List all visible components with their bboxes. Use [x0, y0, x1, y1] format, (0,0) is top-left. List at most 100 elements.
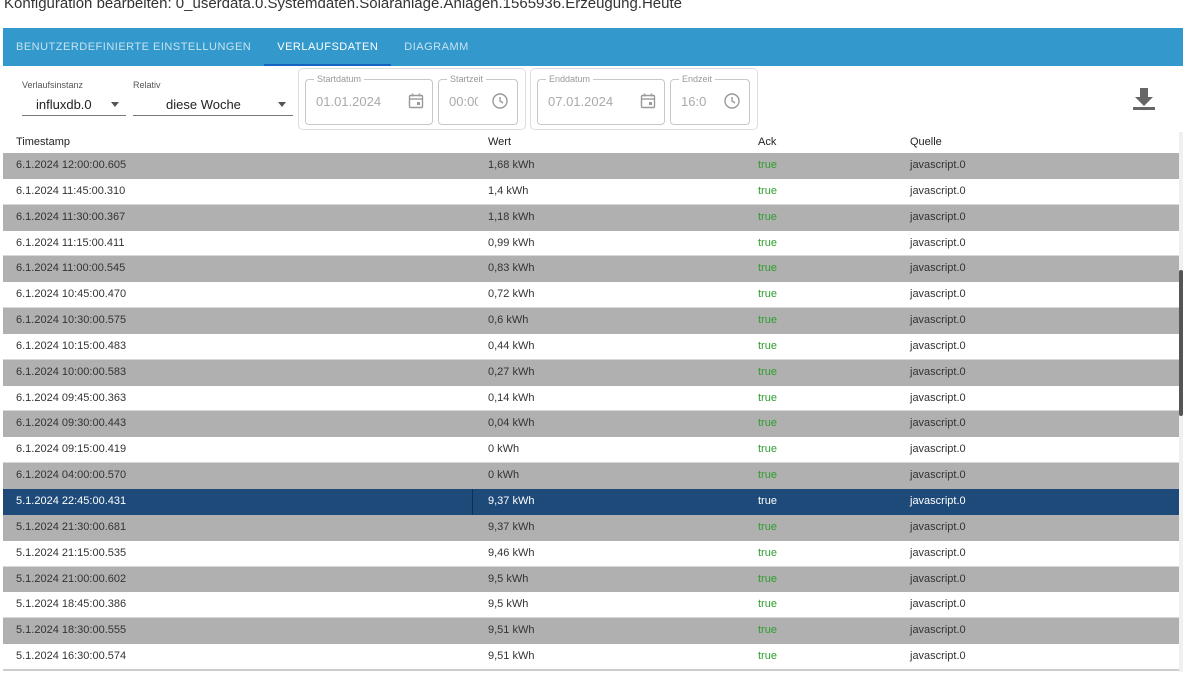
ack-cell: true — [758, 572, 777, 585]
source-cell: javascript.0 — [910, 339, 966, 352]
ack-cell: true — [758, 288, 777, 301]
table-row[interactable]: 5.1.2024 22:45:00.431 9,37 kWh true javascr… — [3, 488, 1179, 515]
column-header-wert[interactable]: Wert — [488, 132, 511, 152]
table-row[interactable]: 5.1.2024 21:30:00.681 9,37 kWh true javascr… — [3, 514, 1179, 541]
timestamp-cell: 6.1.2024 10:00:00.583 — [16, 365, 127, 378]
timestamp-cell: 6.1.2024 10:30:00.575 — [16, 314, 127, 327]
ack-cell: true — [758, 262, 777, 275]
table-row[interactable]: 5.1.2024 21:00:00.602 9,5 kWh true javascri… — [3, 566, 1179, 593]
instance-value: influxdb.0 — [36, 97, 92, 112]
source-cell: javascript.0 — [910, 159, 966, 171]
table-row[interactable]: 6.1.2024 11:15:00.411 0,99 kWh true javascr… — [3, 230, 1179, 257]
table-row[interactable]: 6.1.2024 11:45:00.310 1,4 kWh true javascri… — [3, 178, 1179, 205]
table-row[interactable]: 6.1.2024 10:45:00.470 0,72 kWh true javascr… — [3, 282, 1179, 309]
end-time-field[interactable]: Endzeit 16:0 — [670, 74, 750, 125]
start-date-field[interactable]: Startdatum 01.01.2024 — [305, 74, 433, 125]
column-header-ack[interactable]: Ack — [758, 132, 776, 152]
tab-custom-settings[interactable]: BENUTZERDEFINIERTE EINSTELLUNGEN — [3, 28, 264, 66]
table-row[interactable]: 6.1.2024 10:00:00.583 0,27 kWh true javascr… — [3, 359, 1179, 386]
table-row[interactable]: 6.1.2024 10:15:00.483 0,44 kWh true javascr… — [3, 333, 1179, 360]
relative-select[interactable]: Relativ diese Woche — [133, 66, 293, 116]
source-cell: javascript.0 — [910, 391, 966, 404]
ack-cell: true — [758, 365, 777, 378]
end-date-field[interactable]: Enddatum 07.01.2024 — [537, 74, 665, 125]
column-header-timestamp[interactable]: Timestamp — [16, 132, 70, 152]
instance-select[interactable]: Verlaufsinstanz influxdb.0 — [22, 66, 126, 116]
table-row[interactable]: 6.1.2024 12:00:00.605 1,68 kWh true javascr… — [3, 153, 1179, 179]
relative-value: diese Woche — [166, 97, 241, 112]
timestamp-cell: 5.1.2024 21:15:00.535 — [16, 546, 127, 559]
timestamp-cell: 6.1.2024 09:30:00.443 — [16, 417, 127, 430]
table-row[interactable]: 6.1.2024 10:30:00.575 0,6 kWh true javascri… — [3, 308, 1179, 334]
source-cell: javascript.0 — [910, 469, 966, 482]
ack-cell: true — [758, 159, 777, 171]
value-cell: 9,5 kWh — [488, 598, 529, 611]
end-time-value: 16:0 — [681, 94, 707, 109]
filter-controls: Verlaufsinstanz influxdb.0 Relativ diese… — [0, 66, 1200, 132]
tab-chart[interactable]: DIAGRAMM — [391, 28, 482, 66]
ack-cell: true — [758, 624, 777, 637]
table-row[interactable]: 6.1.2024 09:15:00.419 0 kWh true javascript… — [3, 437, 1179, 464]
table-row[interactable]: 6.1.2024 09:30:00.443 0,04 kWh true javascr… — [3, 411, 1179, 438]
start-date-label: Startdatum — [314, 74, 365, 84]
source-cell: javascript.0 — [910, 184, 966, 197]
table-row[interactable]: 6.1.2024 04:00:00.570 0 kWh true javascript… — [3, 463, 1179, 489]
value-cell: 0,99 kWh — [488, 236, 535, 249]
ack-cell: true — [758, 650, 777, 663]
table-row[interactable]: 6.1.2024 11:30:00.367 1,18 kWh true javascr… — [3, 204, 1179, 231]
value-cell: 0,83 kWh — [488, 262, 535, 275]
value-cell: 1,4 kWh — [488, 184, 529, 197]
download-icon[interactable] — [1131, 86, 1157, 112]
source-cell: javascript.0 — [910, 417, 966, 430]
window-title: Konfiguration bearbeiten: 0_userdata.0.S… — [4, 0, 682, 12]
source-cell: javascript.0 — [910, 546, 966, 559]
tab-history-data[interactable]: VERLAUFSDATEN — [264, 28, 392, 66]
timestamp-cell: 6.1.2024 09:15:00.419 — [16, 443, 127, 456]
table-row[interactable]: 5.1.2024 18:30:00.555 9,51 kWh true javascr… — [3, 618, 1179, 645]
relative-underline — [133, 115, 293, 116]
ack-cell: true — [758, 494, 777, 507]
value-cell: 9,51 kWh — [488, 650, 535, 663]
timestamp-cell: 5.1.2024 18:30:00.555 — [16, 624, 127, 637]
value-cell: 1,68 kWh — [488, 159, 535, 171]
ack-cell: true — [758, 443, 777, 456]
source-cell: javascript.0 — [910, 650, 966, 663]
timestamp-cell: 6.1.2024 10:15:00.483 — [16, 339, 127, 352]
source-cell: javascript.0 — [910, 494, 966, 507]
table-row[interactable]: 6.1.2024 11:00:00.545 0,83 kWh true javascr… — [3, 256, 1179, 283]
source-cell: javascript.0 — [910, 624, 966, 637]
source-cell: javascript.0 — [910, 572, 966, 585]
value-cell: 9,46 kWh — [488, 546, 535, 559]
timestamp-cell: 6.1.2024 11:00:00.545 — [16, 262, 126, 275]
timestamp-cell: 6.1.2024 04:00:00.570 — [16, 469, 127, 482]
end-date-label: Enddatum — [546, 74, 594, 84]
relative-label: Relativ — [133, 80, 161, 90]
column-header-quelle[interactable]: Quelle — [910, 132, 942, 152]
start-time-value: 00:00 — [449, 94, 478, 109]
end-date-value: 07.01.2024 — [548, 94, 614, 109]
timestamp-cell: 5.1.2024 16:30:00.574 — [16, 650, 127, 663]
ack-cell: true — [758, 184, 777, 197]
table-row[interactable]: 5.1.2024 16:30:00.574 9,51 kWh true javascr… — [3, 644, 1179, 670]
vertical-scrollbar[interactable] — [1179, 132, 1183, 672]
source-cell: javascript.0 — [910, 443, 966, 456]
value-cell: 9,51 kWh — [488, 624, 535, 637]
chevron-down-icon — [278, 102, 286, 107]
timestamp-cell: 6.1.2024 11:15:00.411 — [16, 236, 125, 249]
start-time-field[interactable]: Startzeit 00:00 — [438, 74, 518, 125]
table-row[interactable]: 6.1.2024 09:45:00.363 0,14 kWh true javascr… — [3, 385, 1179, 412]
value-cell: 0,72 kWh — [488, 288, 535, 301]
scrollbar-thumb[interactable] — [1179, 270, 1183, 416]
table-row[interactable]: 5.1.2024 18:45:00.386 9,5 kWh true javascri… — [3, 592, 1179, 619]
value-cell: 0,44 kWh — [488, 339, 535, 352]
ack-cell: true — [758, 546, 777, 559]
calendar-icon[interactable] — [639, 92, 657, 110]
ack-cell: true — [758, 339, 777, 352]
ack-cell: true — [758, 236, 777, 249]
source-cell: javascript.0 — [910, 314, 966, 327]
table-row[interactable]: 5.1.2024 21:15:00.535 9,46 kWh true javascr… — [3, 540, 1179, 567]
ack-cell: true — [758, 417, 777, 430]
clock-icon[interactable] — [723, 92, 741, 110]
calendar-icon[interactable] — [407, 92, 425, 110]
clock-icon[interactable] — [491, 92, 509, 110]
